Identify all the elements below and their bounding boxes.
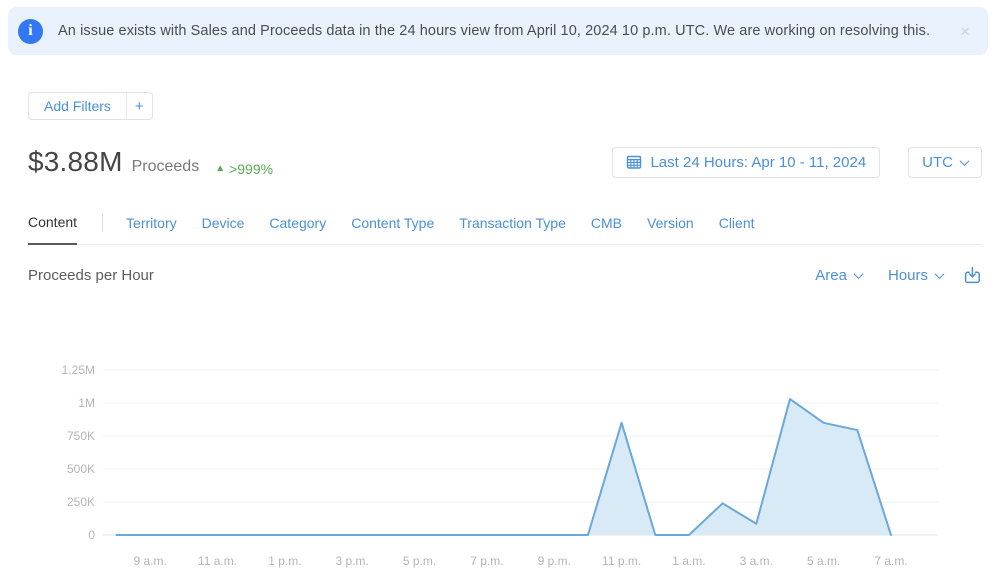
chart-type-dropdown[interactable]: Area bbox=[815, 267, 862, 284]
chart-interval-dropdown[interactable]: Hours bbox=[888, 267, 943, 284]
main-content: Add Filters + $3.88M Proceeds ▲ >999% bbox=[0, 55, 1000, 285]
filters-row: Add Filters + bbox=[28, 92, 982, 120]
chevron-down-icon bbox=[854, 269, 864, 279]
download-icon bbox=[963, 266, 982, 285]
info-icon: i bbox=[18, 19, 43, 44]
date-range-label: Last 24 Hours: Apr 10 - 11, 2024 bbox=[650, 154, 866, 171]
filters-segmented-button: Add Filters + bbox=[28, 92, 153, 120]
svg-text:0: 0 bbox=[88, 528, 95, 542]
tab-content-type[interactable]: Content Type bbox=[351, 209, 434, 244]
tab-content[interactable]: Content bbox=[28, 208, 77, 245]
svg-text:250K: 250K bbox=[67, 495, 95, 509]
metric-trend: ▲ >999% bbox=[215, 161, 273, 177]
chart-title: Proceeds per Hour bbox=[28, 267, 154, 284]
metrics-row: $3.88M Proceeds ▲ >999% bbox=[28, 146, 982, 178]
chart-interval-label: Hours bbox=[888, 267, 928, 284]
timezone-button[interactable]: UTC bbox=[908, 147, 982, 178]
close-icon[interactable]: × bbox=[960, 23, 970, 40]
svg-text:1.25M: 1.25M bbox=[62, 363, 95, 377]
chevron-down-icon bbox=[960, 156, 970, 166]
add-filters-button[interactable]: Add Filters bbox=[29, 93, 126, 119]
svg-text:750K: 750K bbox=[67, 429, 95, 443]
issue-banner: i An issue exists with Sales and Proceed… bbox=[8, 7, 988, 55]
trend-change-value: >999% bbox=[229, 161, 273, 177]
banner-message: An issue exists with Sales and Proceeds … bbox=[58, 23, 930, 39]
tab-client[interactable]: Client bbox=[719, 209, 755, 244]
download-button[interactable] bbox=[963, 266, 982, 285]
svg-text:7 p.m.: 7 p.m. bbox=[470, 554, 503, 568]
svg-text:9 p.m.: 9 p.m. bbox=[538, 554, 571, 568]
tab-territory[interactable]: Territory bbox=[126, 209, 177, 244]
add-filter-plus-button[interactable]: + bbox=[126, 93, 152, 119]
dimension-tabs: Content Territory Device Category Conten… bbox=[28, 208, 982, 245]
info-icon-glyph: i bbox=[28, 23, 32, 39]
tab-version[interactable]: Version bbox=[647, 209, 694, 244]
calendar-icon bbox=[626, 154, 642, 170]
range-controls: Last 24 Hours: Apr 10 - 11, 2024 UTC bbox=[612, 147, 982, 178]
chevron-down-icon bbox=[935, 269, 945, 279]
svg-text:1 p.m.: 1 p.m. bbox=[268, 554, 301, 568]
proceeds-area-chart: 1.25M 1M 750K 500K 250K 0 9 a.m. 11 a.m. 1 p.m. 3… bbox=[0, 340, 1000, 578]
chart-type-label: Area bbox=[815, 267, 847, 284]
chart-controls: Area Hours bbox=[789, 266, 982, 285]
svg-text:500K: 500K bbox=[67, 462, 95, 476]
metric-label: Proceeds bbox=[132, 158, 200, 176]
svg-text:1M: 1M bbox=[78, 396, 95, 410]
svg-text:7 a.m.: 7 a.m. bbox=[874, 554, 907, 568]
date-range-button[interactable]: Last 24 Hours: Apr 10 - 11, 2024 bbox=[612, 147, 880, 178]
chart-area: 1.25M 1M 750K 500K 250K 0 9 a.m. 11 a.m. 1 p.m. 3… bbox=[0, 340, 1000, 578]
svg-text:1 a.m.: 1 a.m. bbox=[672, 554, 705, 568]
tab-cmb[interactable]: CMB bbox=[591, 209, 622, 244]
tab-device[interactable]: Device bbox=[202, 209, 245, 244]
trend-up-icon: ▲ bbox=[215, 163, 225, 174]
svg-text:5 p.m.: 5 p.m. bbox=[403, 554, 436, 568]
metric-value: $3.88M bbox=[28, 146, 123, 178]
chart-header: Proceeds per Hour Area Hours bbox=[28, 266, 982, 285]
timezone-label: UTC bbox=[922, 154, 953, 171]
svg-text:5 a.m.: 5 a.m. bbox=[807, 554, 840, 568]
svg-text:9 a.m.: 9 a.m. bbox=[133, 554, 166, 568]
tab-divider bbox=[102, 214, 103, 232]
svg-text:11 a.m.: 11 a.m. bbox=[198, 554, 237, 568]
tab-category[interactable]: Category bbox=[269, 209, 326, 244]
svg-text:11 p.m.: 11 p.m. bbox=[602, 554, 641, 568]
tab-transaction-type[interactable]: Transaction Type bbox=[459, 209, 566, 244]
svg-text:3 p.m.: 3 p.m. bbox=[336, 554, 369, 568]
proceeds-metric: $3.88M Proceeds ▲ >999% bbox=[28, 146, 273, 178]
svg-text:3 a.m.: 3 a.m. bbox=[740, 554, 773, 568]
